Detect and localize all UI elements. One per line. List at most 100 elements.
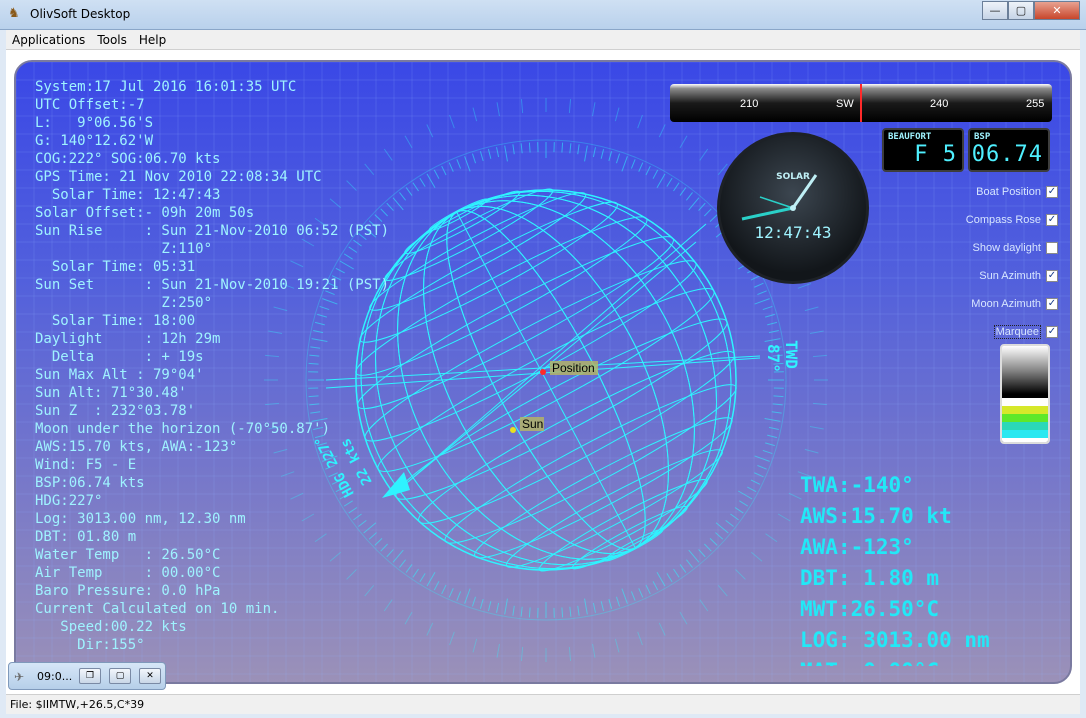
compass-rose-tick xyxy=(730,513,739,521)
close-icon[interactable]: ✕ xyxy=(139,668,161,684)
outer-rose-tick xyxy=(809,426,824,430)
compass-rose-tick xyxy=(764,418,781,422)
big-readout: LOG: 3013.00 nm xyxy=(800,628,990,652)
compass-label-sw: SW xyxy=(836,98,854,110)
compass-rose-tick xyxy=(709,214,718,222)
compass-rose-tick xyxy=(688,549,700,563)
bsp-display: BSP 06.74 xyxy=(968,128,1050,172)
info-line: Solar Time: 12:47:43 xyxy=(35,187,221,203)
option-checkbox[interactable] xyxy=(1046,242,1058,254)
compass-rose-tick xyxy=(433,169,440,179)
outer-rose-tick xyxy=(804,448,819,454)
compass-rose-tick xyxy=(561,607,564,618)
info-line: Sun Rise : Sun 21-Nov-2010 06:52 (PST) xyxy=(35,223,390,239)
compass-rose-tick xyxy=(762,305,773,311)
option-checkbox[interactable]: ✓ xyxy=(1046,214,1058,226)
compass-rose-tick xyxy=(630,591,636,601)
maximize-button[interactable]: ▢ xyxy=(1008,1,1034,20)
position-label: Position xyxy=(552,361,595,375)
menu-applications[interactable]: Applications xyxy=(6,33,91,47)
maximize-icon[interactable]: ▢ xyxy=(109,668,131,684)
compass-rose-tick xyxy=(464,156,471,172)
main-frame: Position Sun TWD 87° HDG 227° 22 kts System:1… xyxy=(6,50,1080,694)
compass-rose-tick xyxy=(412,182,419,192)
compass-rose-tick xyxy=(621,588,628,604)
outer-rose-tick xyxy=(404,611,413,625)
outer-rose-tick xyxy=(699,599,709,612)
outer-rose-tick xyxy=(797,283,812,289)
window-controls: — ▢ ✕ xyxy=(982,1,1080,20)
compass-rose-tick xyxy=(584,145,588,162)
menu-tools[interactable]: Tools xyxy=(91,33,133,47)
beaufort-display: BEAUFORT F 5 xyxy=(882,128,964,172)
option-checkbox[interactable]: ✓ xyxy=(1046,186,1058,198)
compass-rose-tick xyxy=(520,606,523,617)
info-line: Sun Alt: 71°30.48' xyxy=(35,385,187,401)
option-compass-rose[interactable]: Compass Rose ✓ xyxy=(918,206,1058,234)
minimize-button[interactable]: — xyxy=(982,1,1008,20)
info-line: Sun Z : 232°03.78' xyxy=(35,403,196,419)
minimized-window[interactable]: ✈ 09:0... ❐ ▢ ✕ xyxy=(8,662,166,690)
info-line: Baro Pressure: 0.0 hPa xyxy=(35,583,221,599)
compass-rose-tick xyxy=(738,490,753,500)
compass-rose-tick xyxy=(504,145,508,162)
info-line: Dir:155° xyxy=(35,637,145,653)
big-readout: AWS:15.70 kt xyxy=(800,504,952,528)
compass-rose-tick xyxy=(638,588,644,598)
navigation-panel: Position Sun TWD 87° HDG 227° 22 kts System:1… xyxy=(14,60,1072,684)
option-moon-azimuth[interactable]: Moon Azimuth ✓ xyxy=(918,290,1058,318)
info-line: L: 9°06.56'S xyxy=(35,115,154,131)
scale-band-teal xyxy=(1002,422,1048,430)
outer-rose-tick xyxy=(592,102,596,117)
compass-rose-tick xyxy=(419,573,426,583)
compass-rose-tick xyxy=(750,479,761,485)
compass-rose-tick xyxy=(768,426,779,430)
option-label: Show daylight xyxy=(972,242,1042,254)
outer-rose-tick xyxy=(520,99,524,114)
close-button[interactable]: ✕ xyxy=(1034,1,1080,20)
outer-rose-tick xyxy=(472,638,478,653)
bsp-value: 06.74 xyxy=(971,142,1043,167)
option-checkbox[interactable]: ✓ xyxy=(1046,270,1058,282)
compass-rose-tick xyxy=(765,442,775,447)
outer-rose-tick xyxy=(520,646,524,661)
compass-rose-tick xyxy=(441,584,447,595)
compass-rose-tick xyxy=(771,411,782,414)
option-sun-azimuth[interactable]: Sun Azimuth ✓ xyxy=(918,262,1058,290)
scale-band-bottom xyxy=(1002,438,1048,442)
option-marquee[interactable]: Marquee ✓ xyxy=(918,318,1058,346)
compass-rose-tick xyxy=(426,173,436,188)
option-label: Marquee xyxy=(993,325,1041,339)
outer-rose-tick xyxy=(679,611,688,625)
option-boat-position[interactable]: Boat Position ✓ xyxy=(918,178,1058,206)
outer-rose-tick xyxy=(449,114,455,129)
option-label: Sun Azimuth xyxy=(979,270,1041,282)
info-line: GPS Time: 21 Nov 2010 22:08:34 UTC xyxy=(35,169,322,185)
restore-icon[interactable]: ❐ xyxy=(79,668,101,684)
info-text-block: System:17 Jul 2016 16:01:35 UTC UTC Offse… xyxy=(35,78,389,654)
compass-rose-tick xyxy=(715,532,724,540)
scale-band-green xyxy=(1002,414,1048,422)
compass-rose-tick xyxy=(592,602,596,613)
info-line: Speed:00.22 kts xyxy=(35,619,187,635)
compass-rose-tick xyxy=(569,606,572,617)
compass-rose-tick xyxy=(392,549,404,563)
scale-band-white xyxy=(1002,398,1048,406)
compass-rose-tick xyxy=(673,568,680,578)
big-readout: AWA:-123° xyxy=(800,535,914,559)
outer-rose-tick xyxy=(699,148,709,161)
bsp-caption: BSP xyxy=(974,132,991,142)
info-line: Current Calculated on 10 min. xyxy=(35,601,280,617)
clock-brand: SOLAR xyxy=(776,172,810,182)
compass-rose-tick xyxy=(762,449,773,455)
option-checkbox[interactable]: ✓ xyxy=(1046,298,1058,310)
outer-rose-tick xyxy=(717,584,728,597)
menu-help[interactable]: Help xyxy=(133,33,172,47)
option-show-daylight[interactable]: Show daylight xyxy=(918,234,1058,262)
window-title: OlivSoft Desktop xyxy=(30,7,131,21)
outer-rose-tick xyxy=(750,551,763,562)
compass-rose-tick xyxy=(754,455,770,462)
compass-rose-tick xyxy=(600,148,605,159)
option-checkbox[interactable]: ✓ xyxy=(1046,326,1058,338)
compass-rose-tick xyxy=(399,192,407,201)
